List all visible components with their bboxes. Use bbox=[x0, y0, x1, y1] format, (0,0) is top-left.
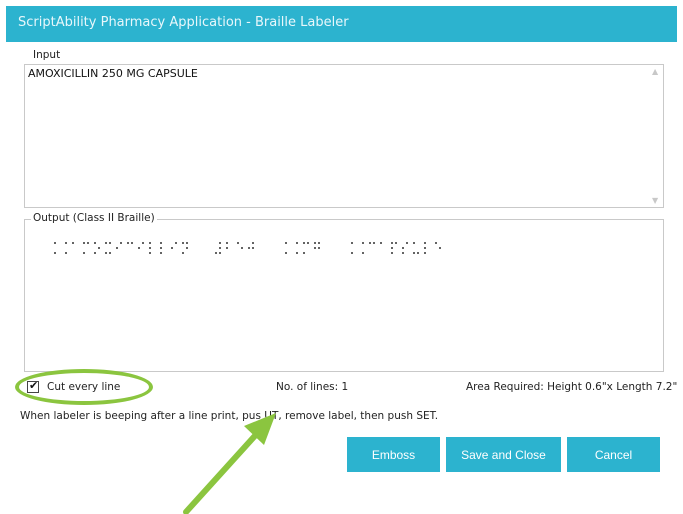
braille-cell bbox=[237, 240, 244, 256]
braille-dot bbox=[424, 252, 427, 255]
braille-dot bbox=[237, 242, 240, 245]
braille-cell bbox=[160, 240, 166, 256]
highlight-ellipse-annotation bbox=[15, 369, 153, 405]
braille-cell bbox=[226, 240, 232, 256]
braille-cell bbox=[292, 240, 299, 256]
braille-dot bbox=[303, 252, 306, 255]
braille-dot bbox=[83, 252, 86, 255]
braille-cell bbox=[138, 240, 145, 256]
braille-dot bbox=[160, 247, 163, 250]
braille-cell bbox=[105, 240, 112, 256]
window-title: ScriptAbility Pharmacy Application - Bra… bbox=[18, 15, 349, 30]
braille-cell bbox=[424, 240, 430, 256]
braille-cell bbox=[171, 240, 178, 256]
braille-cell bbox=[303, 240, 310, 256]
save-and-close-button[interactable]: Save and Close bbox=[446, 437, 561, 472]
braille-cell bbox=[149, 240, 155, 256]
braille-cell bbox=[248, 240, 255, 256]
braille-cell bbox=[182, 240, 189, 256]
braille-cell bbox=[413, 240, 420, 256]
braille-dot bbox=[116, 247, 119, 250]
braille-cell bbox=[72, 240, 78, 256]
braille-cell bbox=[215, 240, 222, 256]
braille-dot bbox=[138, 247, 141, 250]
input-label: Input bbox=[33, 49, 61, 61]
braille-dot bbox=[424, 247, 427, 250]
braille-dot bbox=[413, 242, 416, 245]
braille-dot bbox=[391, 247, 394, 250]
cancel-button[interactable]: Cancel bbox=[567, 437, 660, 472]
output-label: Output (Class II Braille) bbox=[31, 212, 157, 224]
braille-cell bbox=[369, 240, 376, 256]
braille-dot bbox=[369, 242, 372, 245]
braille-cell bbox=[314, 240, 321, 256]
labeler-hint-text: When labeler is beeping after a line pri… bbox=[20, 410, 439, 422]
braille-dot bbox=[380, 242, 383, 245]
braille-dot bbox=[226, 242, 229, 245]
number-of-lines-label: No. of lines: 1 bbox=[276, 381, 349, 393]
braille-dot bbox=[105, 242, 108, 245]
braille-cell bbox=[50, 240, 57, 256]
braille-dot bbox=[413, 252, 416, 255]
braille-dot bbox=[402, 252, 405, 255]
braille-dot bbox=[215, 252, 218, 255]
braille-dot bbox=[402, 247, 405, 250]
braille-cell bbox=[61, 240, 68, 256]
title-bar: ScriptAbility Pharmacy Application - Bra… bbox=[6, 6, 677, 42]
braille-dot bbox=[149, 242, 152, 245]
braille-dot bbox=[303, 242, 306, 245]
scroll-down-icon[interactable]: ▼ bbox=[652, 196, 658, 205]
braille-dot bbox=[171, 247, 174, 250]
braille-cell bbox=[380, 240, 386, 256]
braille-dot bbox=[94, 242, 97, 245]
braille-dot bbox=[94, 252, 97, 255]
braille-dot bbox=[248, 247, 251, 250]
braille-cell bbox=[358, 240, 365, 256]
braille-dot bbox=[391, 252, 394, 255]
braille-dot bbox=[314, 242, 317, 245]
scroll-up-icon[interactable]: ▲ bbox=[652, 67, 658, 76]
braille-dot bbox=[182, 242, 185, 245]
braille-dot bbox=[424, 242, 427, 245]
braille-cell bbox=[391, 240, 398, 256]
braille-cell bbox=[281, 240, 288, 256]
braille-cell bbox=[83, 240, 90, 256]
braille-dot bbox=[149, 252, 152, 255]
braille-cell bbox=[127, 240, 134, 256]
braille-dot bbox=[149, 247, 152, 250]
input-text-value: AMOXICILLIN 250 MG CAPSULE bbox=[28, 67, 198, 80]
braille-dot bbox=[182, 252, 185, 255]
braille-dot bbox=[72, 242, 75, 245]
braille-dot bbox=[391, 242, 394, 245]
braille-dot bbox=[127, 242, 130, 245]
braille-dot bbox=[160, 242, 163, 245]
braille-dot bbox=[105, 252, 108, 255]
braille-dot bbox=[160, 252, 163, 255]
braille-dot bbox=[226, 247, 229, 250]
emboss-button[interactable]: Emboss bbox=[347, 437, 440, 472]
braille-cell bbox=[402, 240, 409, 256]
braille-cell bbox=[94, 240, 101, 256]
braille-cell bbox=[116, 240, 123, 256]
braille-cell bbox=[435, 240, 442, 256]
braille-cell bbox=[347, 240, 354, 256]
input-textarea[interactable]: AMOXICILLIN 250 MG CAPSULE ▲ ▼ bbox=[24, 64, 664, 208]
input-scrollbar[interactable]: ▲ ▼ bbox=[649, 65, 663, 207]
braille-dot bbox=[83, 242, 86, 245]
braille-dot bbox=[314, 247, 317, 250]
braille-dot bbox=[435, 242, 438, 245]
area-required-label: Area Required: Height 0.6"x Length 7.2" bbox=[466, 381, 678, 393]
